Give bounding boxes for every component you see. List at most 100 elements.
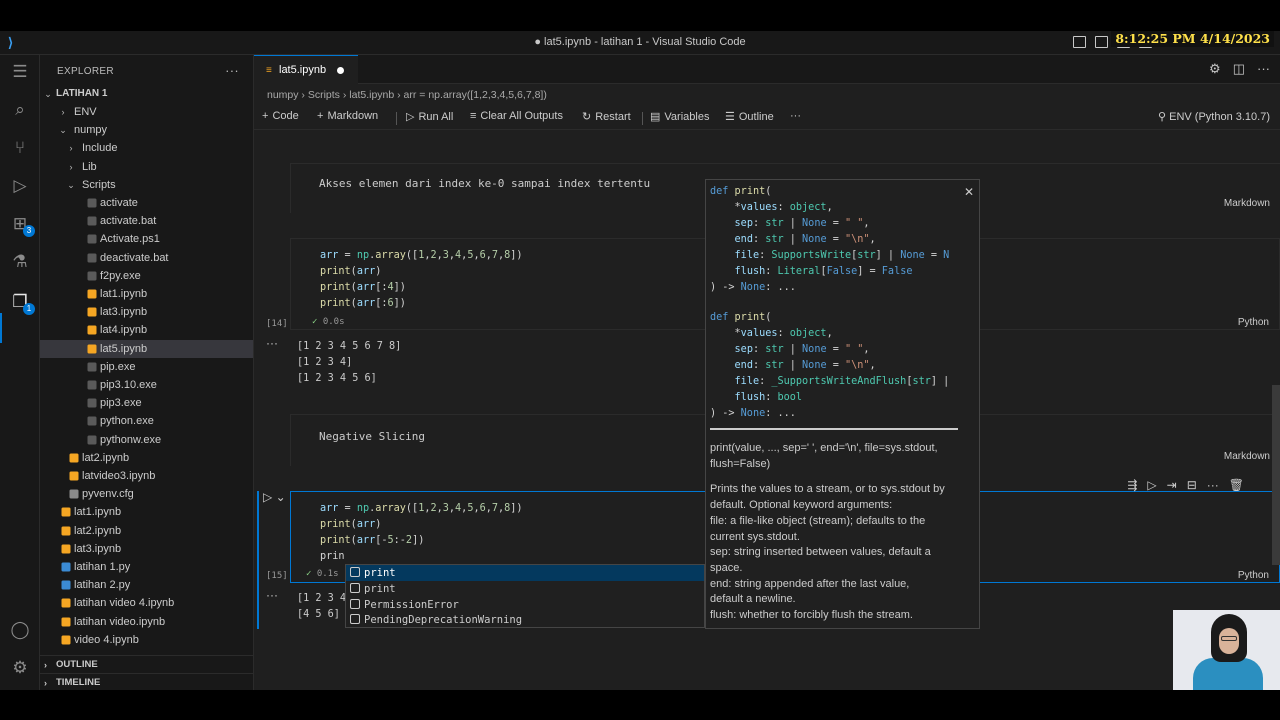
folder-item[interactable]: ⌄ Scripts (40, 176, 253, 194)
file-item[interactable]: pip.exe (40, 358, 253, 376)
notebook-file-icon (61, 617, 71, 627)
testing-icon[interactable]: ⚗ (9, 251, 31, 273)
tree-item-label: pip.exe (100, 360, 136, 373)
code-line[interactable]: print(arr) (320, 519, 381, 530)
explorer-more-icon[interactable]: ··· (225, 63, 239, 78)
file-item[interactable]: lat1.ipynb (40, 285, 253, 303)
run-all-button[interactable]: ▷ Run All (406, 110, 453, 123)
clear-outputs-button[interactable]: ≡ Clear All Outputs (470, 110, 563, 122)
explorer-icon[interactable]: ❐ 1 (9, 291, 35, 315)
run-debug-icon[interactable]: ▷ (9, 175, 31, 197)
search-icon[interactable]: ⌕ (9, 99, 31, 121)
workspace-root[interactable]: ⌄ LATIHAN 1 (40, 85, 253, 103)
chevron-down-icon[interactable]: ⌄ (58, 121, 68, 139)
file-item[interactable]: activate (40, 194, 253, 212)
file-item[interactable]: lat4.ipynb (40, 321, 253, 339)
variables-button[interactable]: ▤ Variables (650, 110, 709, 123)
code-line[interactable]: print(arr[:6]) (320, 298, 406, 309)
folder-item[interactable]: › Lib (40, 158, 253, 176)
outline-button[interactable]: ☰ Outline (725, 110, 774, 123)
kernel-picker[interactable]: ⚲ ENV (Python 3.10.7) (1158, 110, 1270, 123)
file-item[interactable]: lat5.ipynb (40, 339, 253, 358)
cell-more-icon[interactable]: ··· (1207, 478, 1219, 492)
title-bar: ⟩ ● lat5.ipynb - latihan 1 - Visual Stud… (0, 31, 1280, 55)
source-control-icon[interactable]: ⑂ (9, 137, 31, 159)
folder-item[interactable]: › Include (40, 139, 253, 157)
code-line[interactable]: print(arr[:4]) (320, 282, 406, 293)
outline-section[interactable]: › OUTLINE (40, 655, 253, 673)
code-line[interactable]: arr = np.array([1,2,3,4,5,6,7,8]) (320, 250, 523, 261)
file-item[interactable]: lat3.ipynb (40, 303, 253, 321)
menu-icon[interactable]: ☰ (9, 61, 31, 83)
suggestion-item[interactable]: PermissionError (346, 597, 704, 613)
suggestion-label: print (364, 567, 396, 579)
suggestion-item[interactable]: print (346, 581, 704, 597)
folder-item[interactable]: ⌄ numpy (40, 121, 253, 139)
run-by-line-icon[interactable]: ⇶ (1127, 478, 1137, 492)
file-item[interactable]: Activate.ps1 (40, 230, 253, 248)
toggle-sidebar-icon[interactable] (1073, 36, 1086, 48)
suggestion-item[interactable]: PendingDeprecationWarning (346, 612, 704, 628)
run-cell-icon[interactable]: ▷ ⌄ (263, 490, 286, 504)
close-icon[interactable]: ✕ (964, 185, 974, 199)
more-actions-icon[interactable]: ··· (1257, 61, 1270, 77)
toggle-panel-icon[interactable] (1095, 36, 1108, 48)
file-item[interactable]: pyvenv.cfg (40, 485, 253, 503)
tree-item-label: latihan video 4.ipynb (74, 597, 175, 610)
split-editor-icon[interactable]: ◫ (1233, 61, 1245, 77)
notebook-file-icon (61, 598, 71, 608)
chevron-right-icon[interactable]: › (58, 103, 68, 121)
file-item[interactable]: video 4.ipynb (40, 631, 253, 649)
account-icon[interactable]: ◯ (9, 619, 31, 641)
timeline-section[interactable]: › TIMELINE (40, 673, 253, 690)
chevron-down-icon[interactable]: ⌄ (66, 176, 76, 194)
file-item[interactable]: pythonw.exe (40, 431, 253, 449)
file-item[interactable]: deactivate.bat (40, 249, 253, 267)
file-item[interactable]: latvideo3.ipynb (40, 467, 253, 485)
file-item[interactable]: latihan video.ipynb (40, 613, 253, 631)
execute-below-icon[interactable]: ⇥ (1167, 478, 1177, 492)
add-markdown-cell-button[interactable]: + Markdown (317, 110, 378, 122)
file-item[interactable]: python.exe (40, 412, 253, 430)
chevron-right-icon[interactable]: › (66, 139, 76, 157)
file-item[interactable]: f2py.exe (40, 267, 253, 285)
chevron-right-icon[interactable]: › (66, 158, 76, 176)
restart-button[interactable]: ↻ Restart (582, 110, 631, 123)
file-item[interactable]: lat2.ipynb (40, 449, 253, 467)
execute-above-icon[interactable]: ▷ (1147, 478, 1156, 492)
tree-item-label: lat5.ipynb (100, 342, 148, 355)
folder-item[interactable]: › ENV (40, 103, 253, 121)
sig-line: flush: Literal[False] = False (734, 266, 913, 277)
output-more-icon[interactable]: ··· (266, 588, 278, 602)
unsaved-dot-icon[interactable] (337, 67, 344, 74)
file-item[interactable]: pip3.exe (40, 394, 253, 412)
extensions-icon[interactable]: ⊞ 3 (9, 213, 35, 237)
add-code-cell-button[interactable]: + Code (262, 110, 299, 122)
file-item[interactable]: lat1.ipynb (40, 503, 253, 521)
file-item[interactable]: activate.bat (40, 212, 253, 230)
settings-gear-icon[interactable]: ⚙ (1209, 61, 1221, 77)
breadcrumb[interactable]: numpy › Scripts › lat5.ipynb › arr = np.… (267, 89, 547, 101)
tree-item-label: lat3.ipynb (74, 542, 122, 555)
file-item[interactable]: pip3.10.exe (40, 376, 253, 394)
split-cell-icon[interactable]: ⊟ (1187, 478, 1197, 492)
code-line-current[interactable]: prin (320, 551, 345, 562)
file-item[interactable]: lat3.ipynb (40, 540, 253, 558)
suggestion-item[interactable]: print (346, 565, 704, 581)
file-item[interactable]: lat2.ipynb (40, 522, 253, 540)
file-item[interactable]: latihan 2.py (40, 576, 253, 594)
output-more-icon[interactable]: ··· (266, 336, 278, 350)
file-item[interactable]: latihan video 4.ipynb (40, 594, 253, 612)
scrollbar[interactable] (1272, 385, 1280, 565)
tab-lat5[interactable]: ≡ lat5.ipynb (254, 55, 358, 84)
toolbar-more-button[interactable]: ··· (790, 110, 801, 122)
code-line[interactable]: print(arr) (320, 266, 381, 277)
code-line[interactable]: arr = np.array([1,2,3,4,5,6,7,8]) (320, 503, 523, 514)
tree-item-label: pythonw.exe (100, 433, 162, 446)
tree-item-label: latihan video.ipynb (74, 615, 166, 628)
code-line[interactable]: print(arr[-5:-2]) (320, 535, 424, 546)
manage-gear-icon[interactable]: ⚙ (9, 657, 31, 679)
file-item[interactable]: latihan 1.py (40, 558, 253, 576)
sig-line: flush: bool (734, 392, 803, 403)
delete-cell-icon[interactable]: 🗑 (1229, 478, 1244, 492)
